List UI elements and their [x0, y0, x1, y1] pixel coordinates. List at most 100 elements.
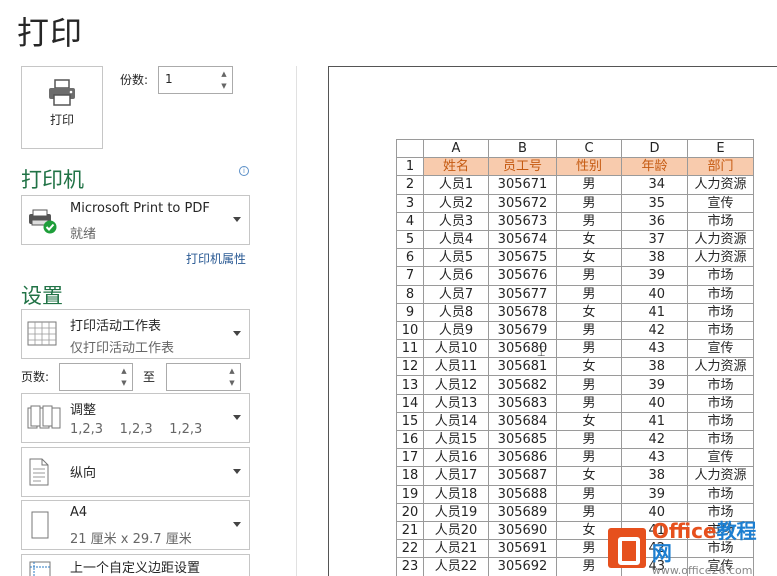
collate-select[interactable]: 调整 1,2,3 1,2,3 1,2,3 — [21, 393, 250, 443]
pages-label: 页数: — [21, 370, 50, 384]
preview-sheet: A B C D E 1 姓名 员工号 性别 年龄 部门 2 人员1 305671 男 34 人力资源 3 人员2 30… — [396, 138, 754, 576]
table-cell: 人员22 — [423, 557, 489, 576]
table-cell: 305678 — [488, 302, 557, 322]
column-header: B — [488, 138, 557, 159]
paper-size-title: A4 — [70, 505, 88, 520]
stepper-down-icon[interactable]: ▼ — [221, 82, 226, 90]
row-number: 23 — [396, 557, 424, 576]
table-cell: 42 — [621, 429, 688, 450]
margins-select[interactable]: 上一个自定义边距设置 — [21, 554, 250, 576]
table-cell: 人员1 — [423, 175, 489, 195]
row-number: 22 — [396, 539, 424, 559]
pages-to-input[interactable]: ▲ ▼ — [166, 363, 241, 391]
table-cell: 人员8 — [423, 302, 489, 322]
table-cell: 市场 — [687, 211, 754, 231]
table-row: 2 人员1 305671 男 34 人力资源 — [396, 175, 754, 195]
chevron-down-icon — [233, 331, 241, 336]
chevron-down-icon — [233, 522, 241, 527]
stepper-up-icon[interactable]: ▲ — [121, 367, 126, 375]
margins-icon — [29, 561, 51, 576]
table-cell: 人员4 — [423, 229, 489, 250]
row-number: 10 — [396, 320, 424, 341]
table-cell: 男 — [556, 393, 622, 413]
row-number: 20 — [396, 502, 424, 522]
table-row: 1 姓名 员工号 性别 年龄 部门 — [396, 157, 754, 177]
table-row: 17 人员16 305686 男 43 宣传 — [396, 448, 754, 468]
table-cell: 人力资源 — [687, 248, 754, 268]
print-button[interactable]: 打印 — [21, 66, 103, 149]
stepper-up-icon[interactable]: ▲ — [229, 367, 234, 375]
table-cell: 38 — [621, 357, 688, 377]
table-cell: 人员12 — [423, 375, 489, 395]
table-row: 15 人员14 305684 女 41 市场 — [396, 411, 754, 432]
printer-select[interactable]: Microsoft Print to PDF 就绪 — [21, 195, 250, 245]
header-cell: 部门 — [687, 157, 754, 177]
row-number: 12 — [396, 357, 424, 377]
row-number: 4 — [396, 211, 424, 231]
table-cell: 人员13 — [423, 393, 489, 413]
table-cell: 40 — [621, 393, 688, 413]
table-cell: 男 — [556, 448, 622, 468]
table-cell: 人员19 — [423, 502, 489, 522]
printer-properties-link[interactable]: 打印机属性 — [186, 250, 246, 267]
row-number: 5 — [396, 229, 424, 250]
table-row: 11 人员10 305680 男 43 宣传 — [396, 339, 754, 359]
table-cell: 男 — [556, 484, 622, 504]
table-cell: 37 — [621, 229, 688, 250]
row-number: 16 — [396, 429, 424, 450]
table-cell: 人员9 — [423, 320, 489, 341]
header-cell: 性别 — [556, 157, 622, 177]
pages-from-input[interactable]: ▲ ▼ — [59, 363, 133, 391]
row-number: 21 — [396, 520, 424, 541]
table-cell: 305671 — [488, 175, 557, 195]
row-number: 8 — [396, 284, 424, 304]
table-row: 7 人员6 305676 男 39 市场 — [396, 266, 754, 286]
table-cell: 36 — [621, 211, 688, 231]
table-cell: 市场 — [687, 266, 754, 286]
table-cell: 男 — [556, 502, 622, 522]
table-cell: 人员15 — [423, 429, 489, 450]
printer-icon — [49, 79, 75, 106]
printer-status: 就绪 — [70, 227, 97, 242]
table-row: 19 人员18 305688 男 39 市场 — [396, 484, 754, 504]
table-cell: 人员11 — [423, 357, 489, 377]
table-cell: 305684 — [488, 411, 557, 432]
copies-stepper[interactable]: 1 ▲ ▼ — [158, 66, 233, 94]
stepper-up-icon[interactable]: ▲ — [221, 70, 226, 78]
table-cell: 305683 — [488, 393, 557, 413]
print-scope-select[interactable]: 打印活动工作表 仅打印活动工作表 — [21, 309, 250, 359]
page-title: 打印 — [17, 14, 84, 52]
table-cell: 41 — [621, 302, 688, 322]
stepper-down-icon[interactable]: ▼ — [121, 379, 126, 387]
column-header: E — [687, 138, 754, 159]
table-cell: 男 — [556, 320, 622, 341]
paper-size-select[interactable]: A4 21 厘米 x 29.7 厘米 — [21, 500, 250, 550]
watermark-logo: Office教程网 www.office26.com — [608, 520, 776, 576]
table-cell: 市场 — [687, 284, 754, 304]
printer-name: Microsoft Print to PDF — [70, 201, 210, 216]
row-number: 13 — [396, 375, 424, 395]
table-row: 14 人员13 305683 男 40 市场 — [396, 393, 754, 413]
table-cell: 人力资源 — [687, 466, 754, 486]
stepper-down-icon[interactable]: ▼ — [229, 379, 234, 387]
column-header-row: ABCDE — [396, 138, 754, 159]
paper-size-subtitle: 21 厘米 x 29.7 厘米 — [70, 532, 192, 547]
settings-heading: 设置 — [21, 284, 63, 308]
table-cell: 人力资源 — [687, 229, 754, 250]
table-cell: 人员16 — [423, 448, 489, 468]
orientation-title: 纵向 — [70, 466, 97, 481]
table-cell: 宣传 — [687, 339, 754, 359]
table-cell: 市场 — [687, 302, 754, 322]
row-number: 11 — [396, 339, 424, 359]
table-cell: 38 — [621, 248, 688, 268]
header-cell: 年龄 — [621, 157, 688, 177]
table-cell: 女 — [556, 411, 622, 432]
info-icon[interactable]: i — [239, 166, 249, 176]
margins-title: 上一个自定义边距设置 — [70, 561, 201, 576]
table-cell: 女 — [556, 248, 622, 268]
table-cell: 宣传 — [687, 448, 754, 468]
table-cell: 女 — [556, 229, 622, 250]
table-cell: 人员10 — [423, 339, 489, 359]
table-cell: 40 — [621, 284, 688, 304]
orientation-select[interactable]: 纵向 — [21, 447, 250, 497]
